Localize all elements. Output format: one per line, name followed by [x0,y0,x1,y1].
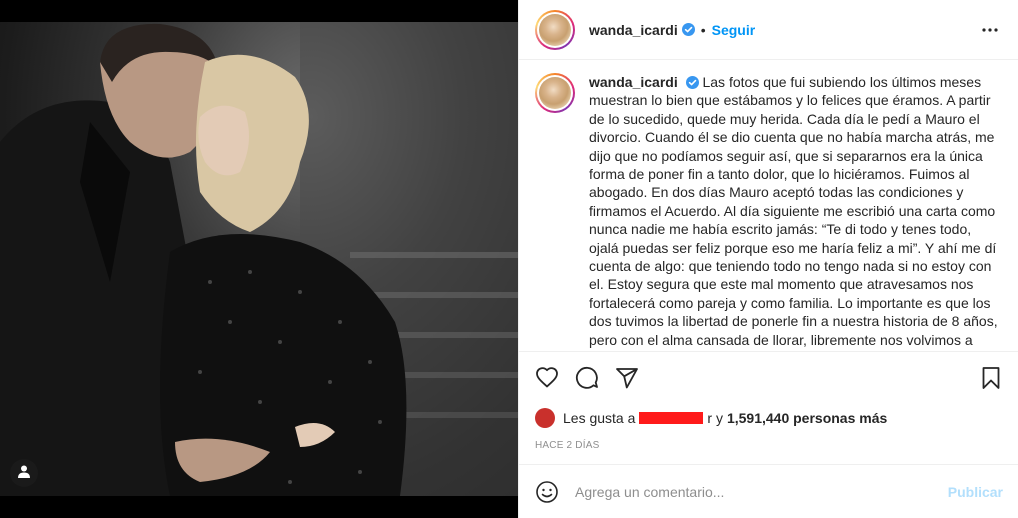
verified-badge-icon [681,23,695,36]
post-photo[interactable] [0,22,518,496]
follow-button[interactable]: Seguir [712,22,756,38]
avatar[interactable] [535,9,575,50]
verified-badge-icon [685,76,699,89]
post-header: wanda_icardi • Seguir [519,0,1018,60]
user-tag-icon [17,464,31,483]
post-sidebar: wanda_icardi • Seguir wanda_icardi Las f… [518,0,1018,518]
actions-bar: Les gusta a r y 1,591,440 personas más H… [519,351,1018,512]
emoji-icon[interactable] [535,480,559,504]
tagged-users-button[interactable] [10,459,38,487]
action-icons-row [519,352,1018,402]
caption-avatar-image [539,77,571,109]
likes-prefix: Les gusta a [563,410,636,426]
post-caption: wanda_icardi Las fotos que fui subiendo … [589,73,1003,350]
redacted-username [639,412,704,424]
share-icon[interactable] [615,366,639,390]
likes-summary[interactable]: Les gusta a r y 1,591,440 personas más [535,408,887,428]
more-options-icon[interactable] [978,18,1002,42]
caption-avatar[interactable] [535,73,575,113]
couple-photo-illustration [0,22,518,496]
header-username[interactable]: wanda_icardi [589,22,678,38]
likes-count[interactable]: 1,591,440 personas más [727,410,887,426]
publish-button[interactable]: Publicar [948,484,1003,500]
heart-icon[interactable] [535,366,559,390]
comments-section[interactable]: wanda_icardi Las fotos que fui subiendo … [519,61,1018,350]
liker-avatar [535,408,555,428]
avatar-image [539,13,571,46]
post-timestamp[interactable]: HACE 2 DÍAS [535,440,599,451]
comment-form: Publicar [519,464,1018,518]
caption-username[interactable]: wanda_icardi [589,74,678,90]
comment-icon[interactable] [575,366,599,390]
caption-text: Las fotos que fui subiendo los últimos m… [589,74,998,348]
bookmark-icon[interactable] [979,366,1003,390]
likes-joiner: r y [707,410,723,426]
post-photo-panel [0,0,518,518]
header-separator: • [700,21,706,38]
comment-input[interactable] [575,484,935,500]
